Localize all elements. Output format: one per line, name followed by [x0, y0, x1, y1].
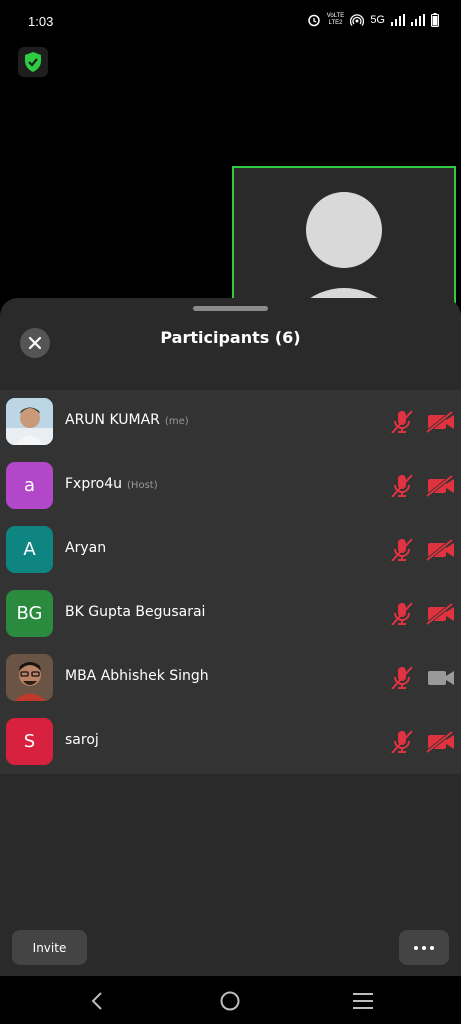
alarm-icon: [307, 13, 321, 27]
status-time: 1:03: [28, 14, 54, 29]
more-icon: [430, 945, 434, 950]
avatar: a: [6, 462, 53, 509]
participant-name-text: saroj: [65, 732, 99, 748]
avatar: [6, 654, 53, 701]
avatar: A: [6, 526, 53, 573]
participant-row[interactable]: S saroj: [0, 710, 461, 774]
signal-2-icon: [411, 14, 425, 26]
more-icon: [414, 945, 418, 950]
video-on-icon[interactable]: [426, 666, 456, 690]
volte-label: VoLTE: [326, 13, 345, 19]
participant-row[interactable]: A Aryan: [0, 518, 461, 582]
video-off-icon[interactable]: [425, 474, 456, 498]
mic-off-icon[interactable]: [388, 472, 416, 500]
participant-name: ARUN KUMAR (me): [65, 412, 189, 428]
recents-icon[interactable]: [350, 988, 376, 1014]
system-nav-bar: [0, 976, 461, 1024]
more-icon: [422, 945, 426, 950]
participant-name: saroj: [65, 732, 104, 748]
avatar-letter: a: [23, 475, 36, 496]
shield-check-icon[interactable]: [18, 47, 48, 77]
participant-name: BK Gupta Begusarai: [65, 604, 210, 620]
participant-row[interactable]: BG BK Gupta Begusarai: [0, 582, 461, 646]
sheet-title: Participants (6): [160, 328, 301, 347]
home-icon[interactable]: [217, 988, 243, 1014]
volte-indicator: VoLTE LTE2: [327, 13, 345, 27]
participant-name-text: BK Gupta Begusarai: [65, 604, 206, 620]
video-off-icon[interactable]: [425, 730, 456, 754]
mic-off-icon[interactable]: [388, 600, 416, 628]
battery-icon: [431, 13, 439, 27]
avatar-letter: BG: [16, 603, 43, 624]
participant-row[interactable]: a Fxpro4u (Host): [0, 454, 461, 518]
lte-label: LTE2: [328, 20, 343, 26]
avatar: [6, 398, 53, 445]
participant-list: ARUN KUMAR (me) a Fxpro4u (Host) A Aryan: [0, 390, 461, 774]
video-off-icon[interactable]: [425, 602, 456, 626]
participant-name: Aryan: [65, 540, 111, 556]
participant-name-text: MBA Abhishek Singh: [65, 668, 209, 684]
mic-off-icon[interactable]: [388, 408, 416, 436]
hotspot-icon: [350, 13, 365, 27]
video-off-icon[interactable]: [425, 538, 456, 562]
invite-button[interactable]: Invite: [12, 930, 87, 965]
avatar: S: [6, 718, 53, 765]
participant-row[interactable]: MBA Abhishek Singh: [0, 646, 461, 710]
participant-name-text: Aryan: [65, 540, 107, 556]
avatar: BG: [6, 590, 53, 637]
participant-name-text: Fxpro4u: [65, 476, 123, 492]
participant-name: Fxpro4u (Host): [65, 476, 158, 492]
drag-handle[interactable]: [193, 306, 268, 311]
mic-off-icon[interactable]: [388, 664, 416, 692]
participant-name-text: ARUN KUMAR: [65, 412, 160, 428]
back-icon[interactable]: [84, 988, 110, 1014]
mic-off-icon[interactable]: [388, 728, 416, 756]
participants-sheet: Participants (6) ARUN KUMAR (me) a Fxpro4…: [0, 298, 461, 976]
mic-off-icon[interactable]: [388, 536, 416, 564]
network-type: 5G: [370, 14, 385, 26]
status-icons: VoLTE LTE2 5G: [307, 13, 439, 27]
avatar-placeholder-head: [306, 192, 382, 268]
participant-tag: (me): [164, 416, 189, 427]
participant-tag: (Host): [127, 480, 158, 491]
status-bar: 1:03 VoLTE LTE2 5G: [0, 0, 461, 44]
avatar-letter: A: [23, 539, 36, 560]
more-options-button[interactable]: [399, 930, 449, 965]
signal-icon: [391, 14, 405, 26]
participant-row[interactable]: ARUN KUMAR (me): [0, 390, 461, 454]
video-off-icon[interactable]: [425, 410, 456, 434]
avatar-letter: S: [23, 731, 36, 752]
participant-name: MBA Abhishek Singh: [65, 668, 214, 684]
